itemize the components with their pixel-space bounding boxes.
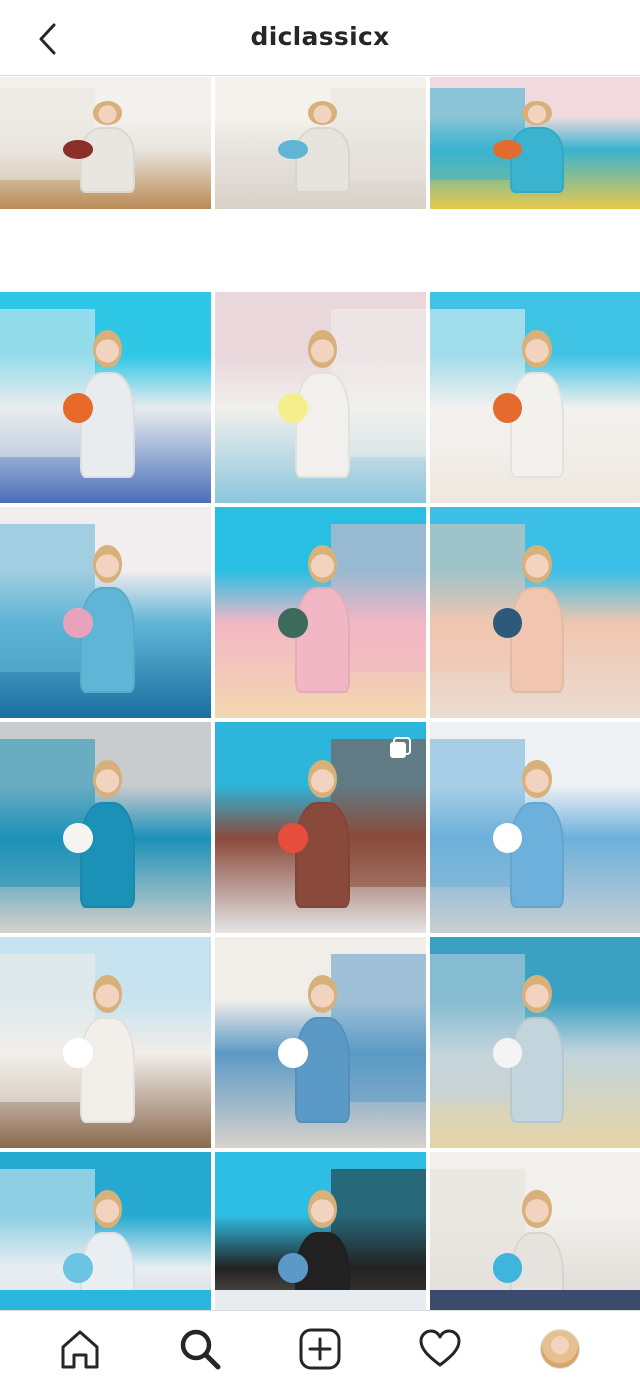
photo-thumbnail[interactable] <box>215 1290 426 1310</box>
photo-grid-partial-row <box>0 1290 640 1310</box>
nav-new-post-button[interactable] <box>290 1319 350 1379</box>
bottom-nav <box>0 1310 640 1386</box>
photo-thumbnail[interactable] <box>430 77 640 209</box>
photo-thumbnail[interactable] <box>0 937 211 1148</box>
photo-thumbnail[interactable] <box>215 77 426 209</box>
photo-thumbnail[interactable] <box>430 1290 640 1310</box>
photo-thumbnail[interactable] <box>0 292 211 503</box>
photo-thumbnail[interactable] <box>0 77 211 209</box>
nav-activity-button[interactable] <box>410 1319 470 1379</box>
app-screen: diclassicx <box>0 0 640 1386</box>
top-bar: diclassicx <box>0 0 640 76</box>
photo-thumbnail[interactable] <box>0 507 211 718</box>
photo-thumbnail[interactable] <box>215 292 426 503</box>
photo-thumbnail[interactable] <box>430 937 640 1148</box>
home-icon <box>61 1330 99 1368</box>
photo-thumbnail[interactable] <box>430 292 640 503</box>
heart-icon <box>419 1329 461 1366</box>
plus-square-icon <box>299 1328 341 1369</box>
photo-thumbnail[interactable] <box>430 722 640 933</box>
search-icon <box>180 1329 221 1369</box>
photo-thumbnail[interactable] <box>215 937 426 1148</box>
photo-thumbnail[interactable] <box>0 1290 211 1310</box>
multiple-photos-icon <box>390 737 411 758</box>
nav-home-button[interactable] <box>50 1319 110 1379</box>
avatar <box>540 1328 580 1369</box>
photo-thumbnail[interactable] <box>430 507 640 718</box>
photo-thumbnail[interactable] <box>0 722 211 933</box>
page-title: diclassicx <box>250 22 390 51</box>
nav-search-button[interactable] <box>170 1319 230 1379</box>
photo-thumbnail[interactable] <box>215 507 426 718</box>
nav-profile-button[interactable] <box>530 1319 590 1379</box>
photo-thumbnail[interactable] <box>215 722 426 933</box>
photo-grid <box>0 77 640 1363</box>
